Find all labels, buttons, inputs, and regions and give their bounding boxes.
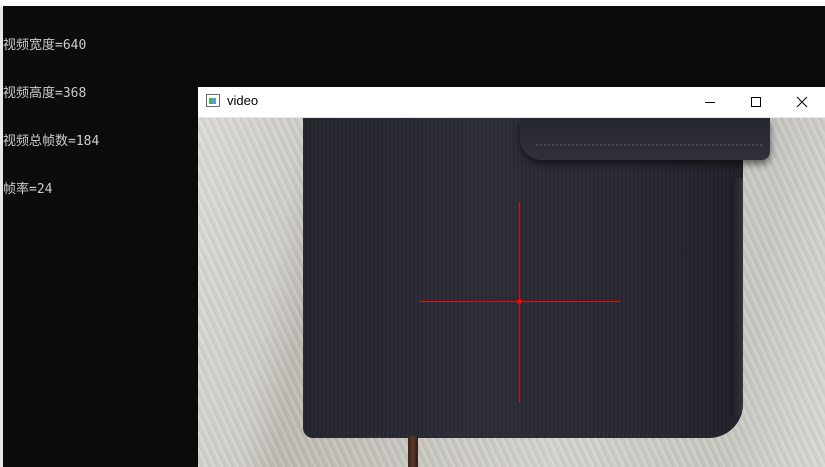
video-window: video [198, 87, 825, 467]
crosshair-center [517, 299, 522, 304]
minimize-icon [705, 102, 715, 103]
close-button[interactable] [779, 87, 825, 117]
bookmark-ribbon [408, 436, 418, 467]
console-line-height: 视频高度=368 [3, 86, 87, 101]
video-titlebar[interactable]: video [198, 87, 825, 118]
console-line-width: 视频宽度=640 [3, 38, 87, 53]
console-output: 视频宽度=640 视频高度=368 视频总帧数=184 帧率=24 [3, 6, 99, 230]
notebook-clasp [520, 118, 770, 160]
console-line-fps: 帧率=24 [3, 182, 53, 197]
video-frame [198, 118, 825, 467]
window-title: video [227, 93, 259, 108]
maximize-icon [751, 97, 761, 107]
close-icon [796, 96, 808, 108]
maximize-button[interactable] [733, 87, 779, 117]
minimize-button[interactable] [687, 87, 733, 117]
console-top-edge [0, 0, 825, 6]
console-line-frame-count: 视频总帧数=184 [3, 134, 100, 149]
app-window-icon [206, 94, 220, 107]
notebook-image [303, 118, 743, 438]
